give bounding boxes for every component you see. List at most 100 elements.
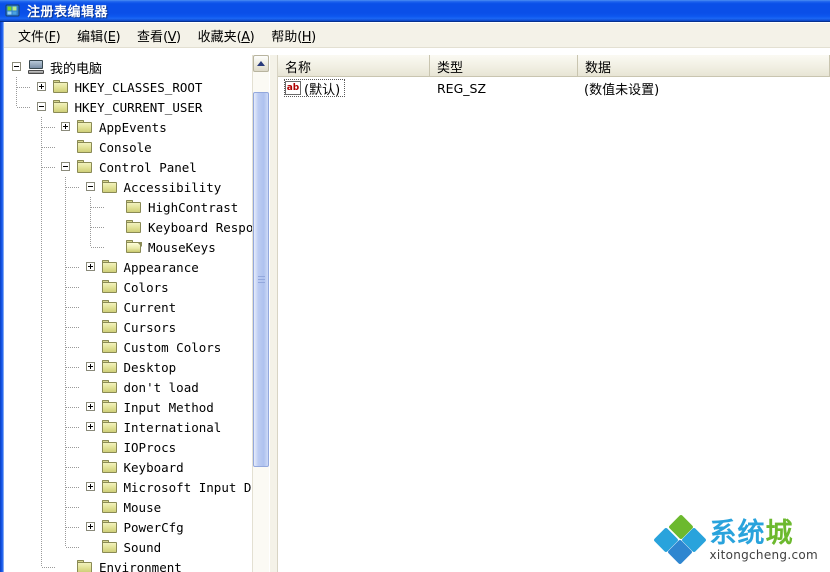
tree-item-input-method[interactable]: Input Method bbox=[4, 397, 254, 417]
column-header-data[interactable]: 数据 bbox=[578, 55, 830, 77]
tree-connector bbox=[66, 487, 80, 488]
folder-icon bbox=[101, 260, 118, 273]
scroll-up-button[interactable] bbox=[253, 55, 269, 72]
tree-item-label: Colors bbox=[123, 279, 169, 295]
tree-item-hkey-classes-root[interactable]: HKEY_CLASSES_ROOT bbox=[4, 77, 254, 97]
tree-item-appevents[interactable]: AppEvents bbox=[4, 117, 254, 137]
tree-item-don-t-load[interactable]: don't load bbox=[4, 377, 254, 397]
tree-connector bbox=[41, 147, 55, 148]
collapse-node-button[interactable] bbox=[85, 182, 95, 191]
tree-item-environment[interactable]: Environment bbox=[4, 557, 254, 572]
expand-node-button[interactable] bbox=[85, 262, 95, 271]
folder-icon bbox=[77, 560, 93, 572]
tree-item-label: Environment bbox=[99, 559, 182, 572]
value-name-cell[interactable]: ab (默认) bbox=[284, 79, 346, 98]
folder-icon bbox=[101, 460, 118, 473]
tree-item-hkey-current-user[interactable]: HKEY_CURRENT_USER bbox=[4, 97, 254, 117]
folder-icon bbox=[101, 380, 118, 393]
menu-view[interactable]: 查看(V) bbox=[129, 24, 190, 47]
tree-item-label: don't load bbox=[123, 379, 199, 395]
tree-item-custom-colors[interactable]: Custom Colors bbox=[4, 337, 254, 357]
tree-item-highcontrast[interactable]: HighContrast bbox=[4, 197, 254, 217]
tree-item-colors[interactable]: Colors bbox=[4, 277, 254, 297]
folder-icon bbox=[101, 480, 118, 493]
tree-item-microsoft-input-d[interactable]: Microsoft Input D bbox=[4, 477, 254, 497]
tree-item-international[interactable]: International bbox=[4, 417, 254, 437]
registry-tree[interactable]: 我的电脑 HKEY_CLASSES_ROOT HKEY_CURRENT_USER Ap… bbox=[4, 55, 254, 572]
tree-item-mouse[interactable]: Mouse bbox=[4, 497, 254, 517]
column-header-name[interactable]: 名称 bbox=[278, 55, 430, 77]
tree-vertical-scrollbar[interactable] bbox=[252, 55, 269, 572]
tree-connector bbox=[40, 317, 42, 337]
menu-help-label: 帮助 bbox=[271, 29, 298, 45]
value-name-label: (默认) bbox=[304, 82, 341, 98]
folder-icon bbox=[101, 440, 118, 453]
tree-connector bbox=[41, 167, 55, 168]
expand-node-button[interactable] bbox=[85, 362, 95, 371]
tree-item-mousekeys[interactable]: MouseKeys bbox=[4, 237, 254, 257]
tree-connector bbox=[66, 527, 80, 528]
menu-favorites-label: 收藏夹 bbox=[197, 29, 237, 45]
tree-item-keyboard[interactable]: Keyboard bbox=[4, 457, 254, 477]
folder-icon bbox=[101, 360, 118, 373]
tree-connector bbox=[40, 277, 42, 297]
registry-editor-window: 注册表编辑器 文件(F) 编辑(E) 查看(V) 收藏夹(A) 帮助(H) 我的… bbox=[0, 0, 830, 572]
expand-node-button[interactable] bbox=[36, 82, 46, 91]
tree-item-label: IOProcs bbox=[123, 439, 177, 455]
tree-item-powercfg[interactable]: PowerCfg bbox=[4, 517, 254, 537]
tree-item-label: HKEY_CURRENT_USER bbox=[74, 99, 203, 115]
scrollbar-track[interactable] bbox=[253, 72, 269, 572]
tree-connector bbox=[17, 107, 31, 108]
tree-item-label: AppEvents bbox=[99, 119, 167, 135]
folder-icon bbox=[101, 420, 118, 433]
tree-connector bbox=[40, 217, 42, 237]
tree-item-sound[interactable]: Sound bbox=[4, 537, 254, 557]
tree-item-label: International bbox=[123, 419, 222, 435]
menu-edit-label: 编辑 bbox=[77, 29, 104, 45]
folder-icon bbox=[77, 160, 93, 173]
folder-icon bbox=[52, 80, 69, 93]
tree-item-label: HighContrast bbox=[148, 199, 239, 215]
expand-node-button[interactable] bbox=[85, 482, 95, 491]
menu-file-accel: F bbox=[48, 29, 56, 45]
tree-item-control-panel[interactable]: Control Panel bbox=[4, 157, 254, 177]
expand-node-button[interactable] bbox=[85, 522, 95, 531]
tree-connector bbox=[65, 197, 66, 217]
expand-node-button[interactable] bbox=[61, 122, 70, 131]
expand-node-button[interactable] bbox=[85, 402, 95, 411]
collapse-node-button[interactable] bbox=[36, 102, 46, 111]
collapse-node-button[interactable] bbox=[61, 162, 70, 171]
menu-view-label: 查看 bbox=[137, 29, 164, 45]
table-row[interactable]: ab (默认) REG_SZ (数值未设置) bbox=[278, 77, 830, 99]
values-column-header: 名称 类型 数据 bbox=[278, 55, 830, 77]
tree-item-keyboard-respo[interactable]: Keyboard Respo bbox=[4, 217, 254, 237]
tree-connector bbox=[66, 287, 80, 288]
menu-help[interactable]: 帮助(H) bbox=[263, 24, 324, 47]
tree-item-appearance[interactable]: Appearance bbox=[4, 257, 254, 277]
pane-splitter[interactable] bbox=[269, 55, 278, 572]
menu-file[interactable]: 文件(F) bbox=[10, 24, 69, 47]
tree-item-label: Accessibility bbox=[123, 179, 222, 195]
menu-edit[interactable]: 编辑(E) bbox=[69, 24, 129, 47]
tree-connector bbox=[40, 557, 42, 567]
tree-item-ioprocs[interactable]: IOProcs bbox=[4, 437, 254, 457]
tree-item-desktop[interactable]: Desktop bbox=[4, 357, 254, 377]
tree-item-console[interactable]: Console bbox=[4, 137, 254, 157]
tree-item-label: Input Method bbox=[123, 399, 214, 415]
tree-connector bbox=[66, 347, 80, 348]
tree-item-[interactable]: 我的电脑 bbox=[4, 57, 254, 77]
folder-icon bbox=[101, 500, 118, 513]
scrollbar-thumb[interactable] bbox=[253, 92, 269, 467]
tree-item-current[interactable]: Current bbox=[4, 297, 254, 317]
expand-node-button[interactable] bbox=[85, 422, 95, 431]
tree-connector bbox=[66, 447, 80, 448]
collapse-node-button[interactable] bbox=[12, 62, 21, 71]
tree-item-accessibility[interactable]: Accessibility bbox=[4, 177, 254, 197]
tree-item-cursors[interactable]: Cursors bbox=[4, 317, 254, 337]
menu-favorites[interactable]: 收藏夹(A) bbox=[190, 24, 264, 47]
registry-values-pane: 名称 类型 数据 ab (默认) REG_SZ (数值未设置) bbox=[278, 55, 830, 572]
column-header-type[interactable]: 类型 bbox=[430, 55, 578, 77]
menu-edit-accel: E bbox=[107, 29, 116, 45]
tree-item-label: Console bbox=[99, 139, 152, 155]
tree-connector bbox=[90, 207, 104, 208]
